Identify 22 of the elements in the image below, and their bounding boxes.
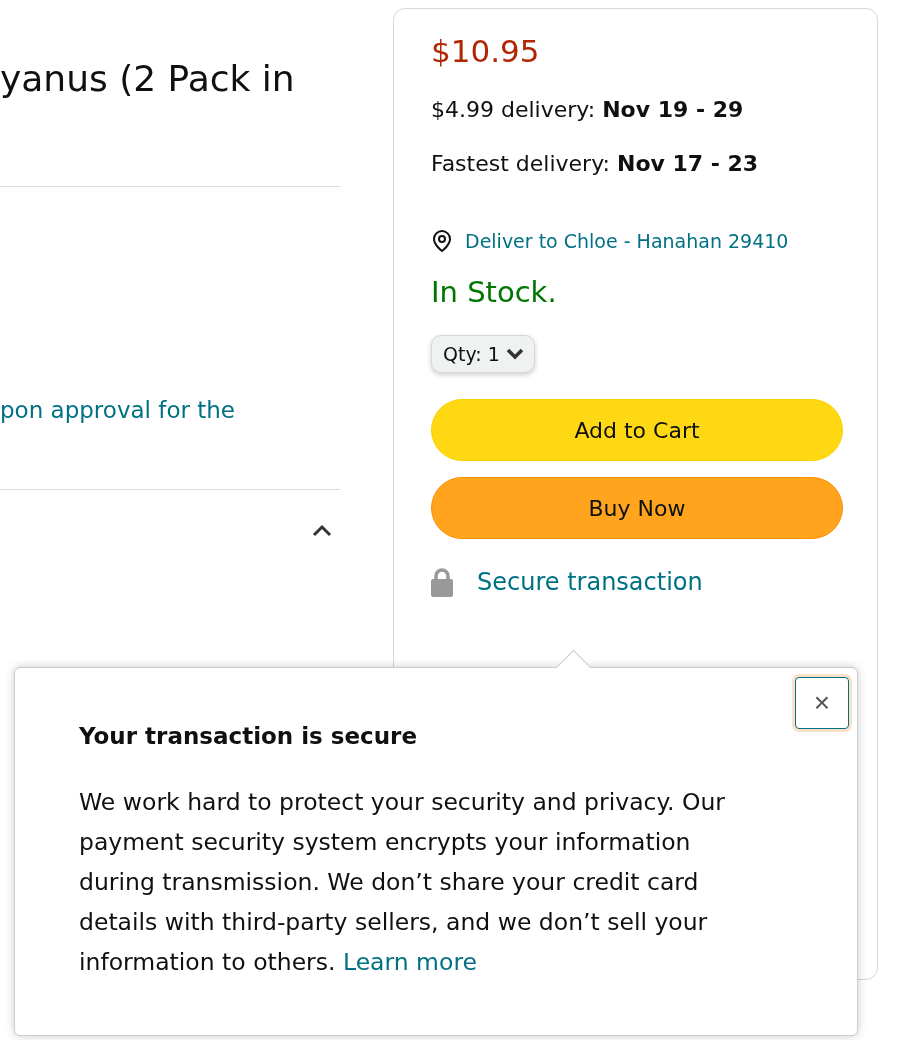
- delivery-info: $4.99 delivery: Nov 19 - 29: [431, 96, 744, 124]
- lock-icon: [431, 567, 453, 597]
- popover-title: Your transaction is secure: [79, 722, 419, 751]
- quantity-value: 1: [487, 343, 500, 365]
- chevron-down-icon: [505, 348, 524, 360]
- add-to-cart-button[interactable]: Add to Cart: [431, 399, 843, 461]
- note-link[interactable]: pon approval for the: [0, 397, 340, 423]
- delivery-info: Fastest delivery: Nov 17 - 23: [431, 150, 759, 178]
- deliver-to-link[interactable]: Deliver to Chloe - Hanahan 29410: [431, 229, 789, 253]
- popover-text: We work hard to protect your security and privacy. Our payment security system encrypts your information during transmission. We don’t share your credit card details with third-party sellers, and we don’t sell your information to others. Learn more: [79, 787, 726, 978]
- stock-status: In Stock.: [431, 275, 557, 309]
- chevron-up-icon[interactable]: [312, 524, 332, 538]
- close-button[interactable]: ×: [795, 677, 849, 729]
- quantity-dropdown[interactable]: Qty: 1: [431, 335, 535, 373]
- quantity-label: Qty:: [443, 343, 482, 365]
- deliver-to-text[interactable]: Deliver to Chloe - Hanahan 29410: [465, 230, 789, 252]
- location-pin-icon: [431, 229, 453, 253]
- buy-now-button[interactable]: Buy Now: [431, 477, 843, 539]
- learn-more-link[interactable]: Learn more: [342, 948, 477, 976]
- secure-transaction-link[interactable]: Secure transaction: [477, 568, 703, 596]
- product-title: yanus (2 Pack in: [0, 57, 296, 101]
- price: $10.95: [431, 32, 540, 71]
